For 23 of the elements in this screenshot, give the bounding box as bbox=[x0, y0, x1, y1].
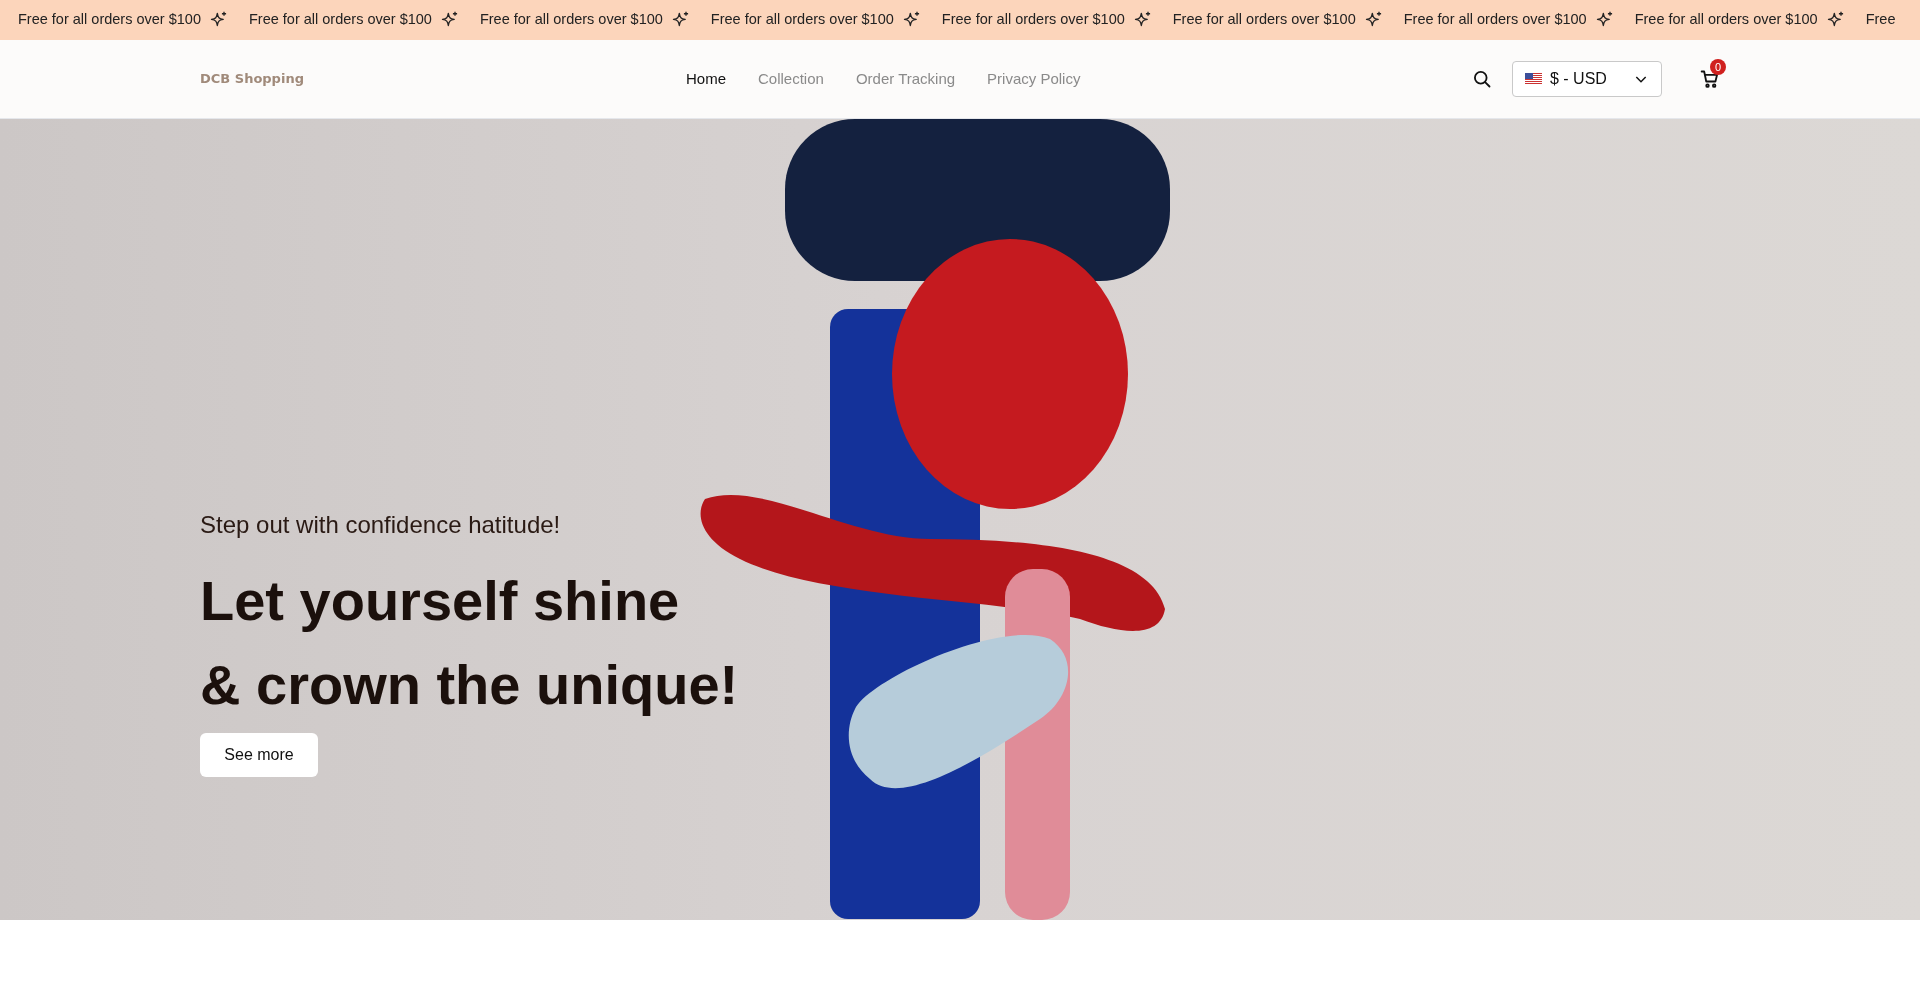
cart-count-badge: 0 bbox=[1710, 59, 1726, 75]
announcement-text: Free for all orders over $100 bbox=[1172, 10, 1356, 30]
cart-icon[interactable] bbox=[1700, 69, 1720, 89]
announcement-text: Free bbox=[1865, 10, 1896, 30]
announcement-text: Free for all orders over $100 bbox=[941, 10, 1125, 30]
announcement-text: Free for all orders over $100 bbox=[1403, 10, 1587, 30]
logo[interactable]: DCB Shopping bbox=[200, 69, 304, 89]
hero-title: & crown the unique! bbox=[200, 652, 739, 718]
announcement-text: Free for all orders over $100 bbox=[18, 10, 201, 30]
see-more-button[interactable]: See more bbox=[200, 733, 318, 777]
search-icon[interactable] bbox=[1472, 69, 1492, 89]
nav-link[interactable]: Order Tracking bbox=[855, 67, 956, 91]
nav-link[interactable]: Home bbox=[686, 67, 726, 91]
announcement-text: Free for all orders over $100 bbox=[479, 10, 663, 30]
currency-select[interactable]: $ - USD bbox=[1512, 61, 1662, 97]
announcement-text: Free for all orders over $100 bbox=[1634, 10, 1818, 30]
nav-link[interactable]: Privacy Policy bbox=[987, 67, 1081, 91]
flag-icon bbox=[1525, 73, 1542, 85]
announcement-text: Free for all orders over $100 bbox=[710, 10, 894, 30]
hero-title: Let yourself shine bbox=[200, 568, 681, 634]
hero-subtitle: Step out with confidence hatitude! bbox=[200, 510, 561, 540]
nav-link[interactable]: Collection bbox=[758, 67, 824, 91]
announcement-text: Free for all orders over $100 bbox=[248, 10, 432, 30]
